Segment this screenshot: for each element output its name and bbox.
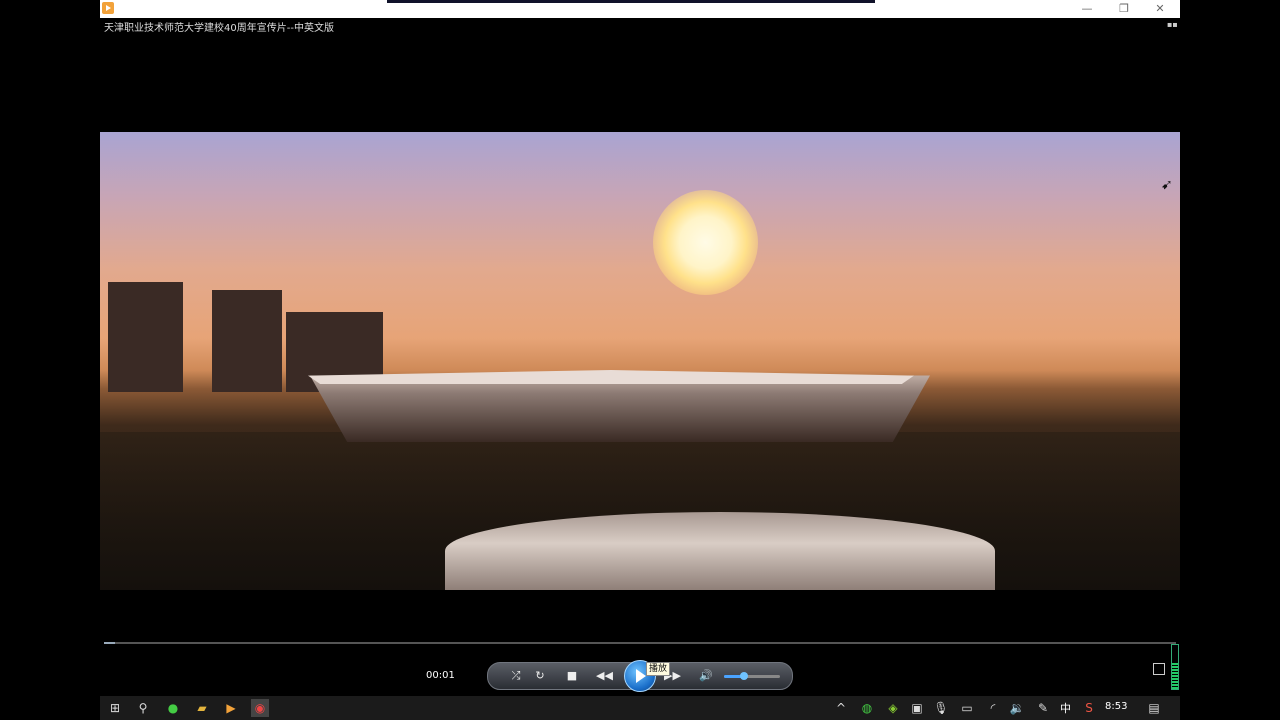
current-time: 00:01 — [426, 670, 455, 681]
previous-button[interactable]: ◀◀ — [596, 668, 613, 684]
battery-icon[interactable]: ▭ — [958, 699, 976, 717]
shuffle-icon[interactable]: ⤮ — [508, 668, 524, 684]
title-bar: — ❐ ✕ — [100, 0, 1180, 18]
ime-indicator[interactable]: 中 — [1060, 700, 1071, 716]
seek-bar[interactable] — [104, 642, 1176, 644]
video-title: 天津职业技术师范大学建校40周年宣传片--中英文版 — [104, 23, 334, 34]
play-tooltip: 播放 — [646, 662, 671, 676]
fullscreen-icon[interactable] — [1153, 663, 1165, 675]
volume-tray-icon[interactable]: 🔉 — [1008, 699, 1026, 717]
tray-app-icon[interactable]: ▣ — [908, 699, 926, 717]
sogou-icon[interactable]: S — [1080, 699, 1098, 717]
minimize-button[interactable]: — — [1072, 1, 1102, 17]
microphone-icon[interactable]: 🎙 — [932, 699, 950, 717]
search-icon[interactable]: ⚲ — [134, 699, 152, 717]
title-bar-overlay — [387, 0, 875, 3]
start-windows-icon[interactable]: ⊞ — [106, 699, 124, 717]
taskbar: ⊞ ⚲ ● ▰ ▶ ◉ ^ ◍ ◈ ▣ 🎙 ▭ ◜ 🔉 ✎ 中 S 8:53 ▤ — [100, 696, 1180, 720]
audio-level-fill — [1172, 662, 1178, 689]
bird-icon: ➹ — [1161, 177, 1173, 193]
control-bar: ⤮ ↻ ■ ◀◀ ▶▶ 🔊 — [487, 660, 793, 692]
switch-view-icon[interactable]: ▪▪ — [1167, 20, 1178, 29]
media-player-taskbar-icon[interactable]: ▶ — [222, 699, 240, 717]
clock[interactable]: 8:53 — [1105, 701, 1127, 712]
volume-knob[interactable] — [740, 672, 748, 680]
right-letterbox — [1180, 0, 1280, 696]
media-player-window: — ❐ ✕ 天津职业技术师范大学建校40周年宣传片--中英文版 ▪▪ ➹ 00:… — [100, 0, 1180, 696]
show-hidden-icons-icon[interactable]: ^ — [832, 699, 850, 717]
pen-icon[interactable]: ✎ — [1034, 699, 1052, 717]
close-button[interactable]: ✕ — [1145, 1, 1175, 17]
file-explorer-icon[interactable]: ▰ — [193, 699, 211, 717]
seek-bar-fill — [104, 642, 115, 644]
action-center-icon[interactable]: ▤ — [1145, 699, 1163, 717]
volume-slider[interactable] — [724, 672, 780, 680]
stop-button[interactable]: ■ — [564, 668, 580, 684]
pond-image — [445, 512, 995, 590]
video-frame[interactable]: ➹ — [100, 132, 1180, 590]
sun-image — [653, 190, 758, 295]
building-silhouette — [212, 290, 282, 392]
wechat-icon[interactable]: ◍ — [858, 699, 876, 717]
volume-icon[interactable]: 🔊 — [698, 668, 714, 684]
stadium-roof — [308, 370, 914, 384]
recorder-icon[interactable]: ◉ — [251, 699, 269, 717]
building-silhouette — [108, 282, 183, 392]
app-icon — [102, 2, 114, 14]
wifi-icon[interactable]: ◜ — [984, 699, 1002, 717]
browser-icon[interactable]: ● — [164, 699, 182, 717]
repeat-icon[interactable]: ↻ — [532, 668, 548, 684]
tray-app-icon[interactable]: ◈ — [884, 699, 902, 717]
maximize-button[interactable]: ❐ — [1109, 1, 1139, 17]
left-letterbox — [0, 0, 100, 696]
audio-level-meter — [1171, 644, 1179, 690]
